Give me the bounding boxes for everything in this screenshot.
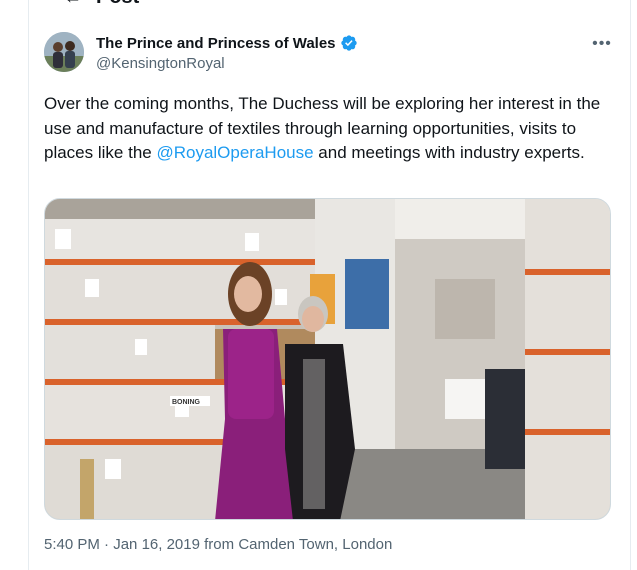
more-horizontal-icon: ••• [592,35,612,52]
display-name[interactable]: The Prince and Princess of Wales [96,35,336,52]
from-word: from [199,536,239,553]
photo-scene: BONING [45,199,610,519]
timestamp-row: 5:40 PM · Jan 16, 2019 from Camden Town,… [44,536,392,553]
column-border-left [28,0,29,570]
post-time: 5:40 PM [44,536,100,553]
more-button[interactable]: ••• [590,34,614,54]
page-title: Post [96,0,139,9]
mention-link[interactable]: @RoyalOperaHouse [156,143,313,162]
shelf-sign-text: BONING [172,399,201,406]
tweet-photo[interactable]: BONING [44,198,611,520]
author-row: The Prince and Princess of Wales @Kensin… [44,32,614,74]
name-line: The Prince and Princess of Wales [96,34,358,52]
avatar-image [44,32,84,72]
post-location: Camden Town, London [238,536,393,553]
author-handle[interactable]: @KensingtonRoyal [96,55,358,72]
time-date-separator: · [99,536,114,553]
office-chair [485,369,525,469]
poster [345,259,389,329]
verified-badge-icon [340,35,357,51]
tweet-text: Over the coming months, The Duchess will… [44,92,614,166]
avatar[interactable] [44,32,84,72]
post-time-link[interactable]: 5:40 PM · Jan 16, 2019 [44,536,200,553]
column-border-right [630,0,631,570]
author-text: The Prince and Princess of Wales @Kensin… [96,34,358,72]
arrow-left-icon[interactable]: ← [64,0,82,8]
post-date: Jan 16, 2019 [113,536,200,553]
post-header: ← Post [64,0,139,8]
tweet-text-after: and meetings with industry experts. [313,143,585,162]
